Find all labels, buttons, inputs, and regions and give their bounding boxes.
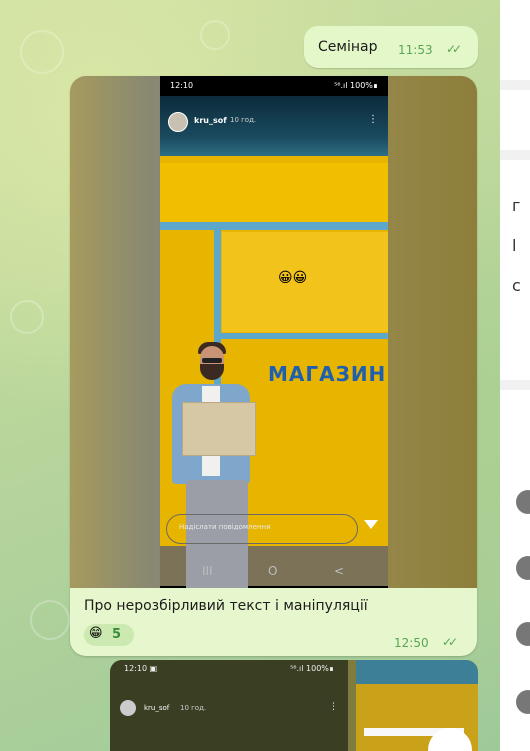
- photo-caption: Про нерозбірливий текст і маніпуляції: [84, 598, 368, 614]
- next-photo-message[interactable]: 12:10 ▣ ⁵⁶.ıl 100%∎ kru_sof 10 год. ⋮: [110, 660, 478, 751]
- home-icon: O: [268, 564, 278, 578]
- reply-placeholder: Надіслати повідомлення: [179, 523, 271, 531]
- story-age: 10 год.: [230, 116, 257, 124]
- message-time: 11:53: [398, 43, 433, 57]
- message-text: Семінар: [318, 39, 378, 55]
- person-figure: [160, 342, 300, 588]
- back-icon: <: [334, 564, 345, 578]
- story-reply-field: Надіслати повідомлення: [166, 514, 358, 544]
- avatar[interactable]: [516, 690, 530, 714]
- cardboard-sign: [182, 402, 256, 456]
- right-panel-text: l: [512, 236, 517, 255]
- status-signal: ⁵⁶.ıl 100%∎: [290, 664, 334, 673]
- wall-rail: [214, 333, 388, 339]
- divider: [500, 80, 530, 90]
- reaction-emoji: 😁: [89, 626, 103, 641]
- status-signal: ⁵⁶.ıl 100%∎: [334, 81, 378, 90]
- kiosk-wall: 😀😀 МАГАЗИН: [160, 156, 388, 588]
- background-doodle: [20, 30, 64, 74]
- reaction-count: 5: [112, 627, 122, 642]
- story-screenshot: 12:10 ▣ ⁵⁶.ıl 100%∎ kru_sof 10 год. ⋮: [110, 660, 348, 751]
- background-doodle: [10, 300, 44, 334]
- background-doodle: [30, 600, 70, 640]
- avatar[interactable]: [516, 622, 530, 646]
- story-screenshot[interactable]: 12:10 ⁵⁶.ıl 100%∎ kru_sof 10 год. ⋮ �: [160, 76, 388, 588]
- right-panel-text: г: [512, 196, 521, 215]
- status-time: 12:10 ▣: [124, 664, 158, 673]
- story-age: 10 год.: [180, 704, 207, 712]
- person-beard: [200, 364, 224, 380]
- wall-panel: [160, 163, 388, 227]
- emoji-sticker: 😀😀: [278, 270, 308, 286]
- right-panel: г l с: [500, 0, 530, 751]
- story-username: kru_sof: [194, 116, 227, 125]
- more-icon: ⋮: [329, 702, 338, 712]
- divider: [500, 380, 530, 390]
- status-time: 12:10: [170, 81, 194, 90]
- photo-message[interactable]: 12:10 ⁵⁶.ıl 100%∎ kru_sof 10 год. ⋮ �: [70, 76, 477, 656]
- photo-backdrop: 12:10 ⁵⁶.ıl 100%∎ kru_sof 10 год. ⋮ �: [70, 76, 477, 588]
- background-doodle: [200, 20, 230, 50]
- more-icon: ⋮: [368, 114, 378, 125]
- avatar[interactable]: [516, 490, 530, 514]
- read-checks-icon: ✓✓: [446, 42, 462, 56]
- read-checks-icon: ✓✓: [442, 635, 458, 649]
- story-header: kru_sof 10 год. ⋮: [160, 96, 388, 156]
- chat-background: Семінар 11:53 ✓✓ 12:10 ⁵⁶.ıl 100%∎ kru_s…: [0, 0, 500, 751]
- sunglasses: [202, 358, 222, 363]
- avatar: [120, 700, 136, 716]
- avatar: [168, 112, 188, 132]
- send-icon: [364, 520, 378, 529]
- phone-status-bar: 12:10 ⁵⁶.ıl 100%∎: [160, 76, 388, 96]
- avatar[interactable]: [516, 556, 530, 580]
- recents-icon: III: [202, 564, 213, 578]
- wall-rail: [160, 222, 388, 230]
- phone-nav-bar: III O <: [160, 558, 388, 588]
- right-panel-text: с: [512, 276, 521, 295]
- story-username: kru_sof: [144, 704, 170, 712]
- message-time: 12:50: [394, 636, 429, 650]
- thumb-header: [356, 660, 478, 684]
- outgoing-message[interactable]: Семінар 11:53 ✓✓: [304, 26, 478, 68]
- divider: [500, 150, 530, 160]
- reaction-badge[interactable]: 😁 5: [84, 624, 134, 646]
